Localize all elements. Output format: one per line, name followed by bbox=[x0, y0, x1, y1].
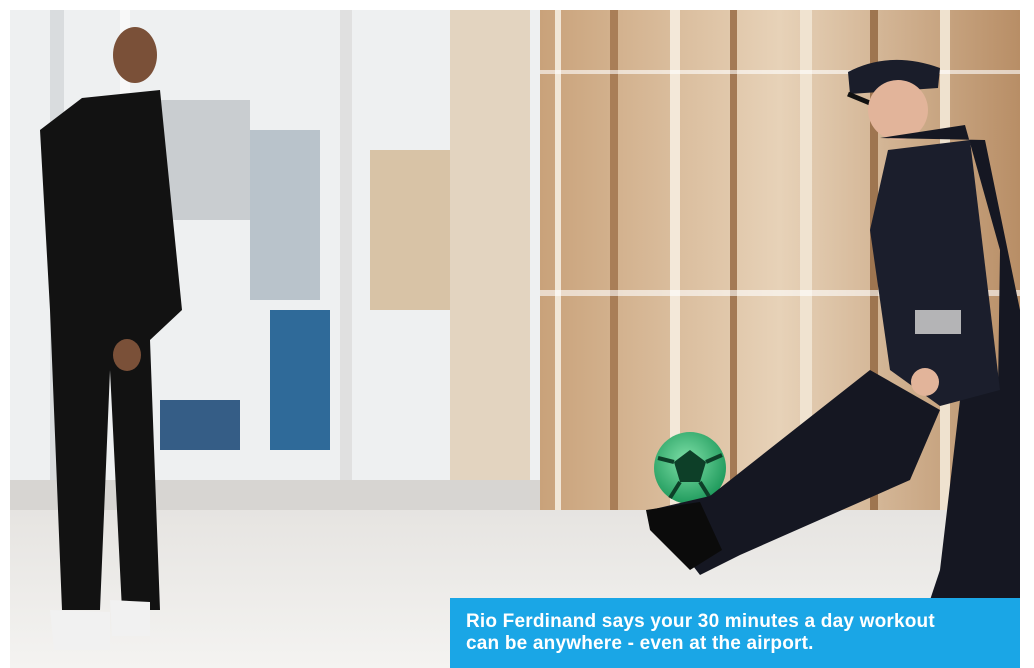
photo-caption: Rio Ferdinand says your 30 minutes a day… bbox=[450, 598, 1020, 668]
caption-line-2: can be anywhere - even at the airport. bbox=[466, 633, 814, 654]
article-figure: Rio Ferdinand says your 30 minutes a day… bbox=[0, 0, 1034, 668]
airport-football-photo bbox=[10, 10, 1020, 668]
caption-line-1: Rio Ferdinand says your 30 minutes a day… bbox=[466, 611, 935, 632]
photo bbox=[10, 10, 1020, 668]
